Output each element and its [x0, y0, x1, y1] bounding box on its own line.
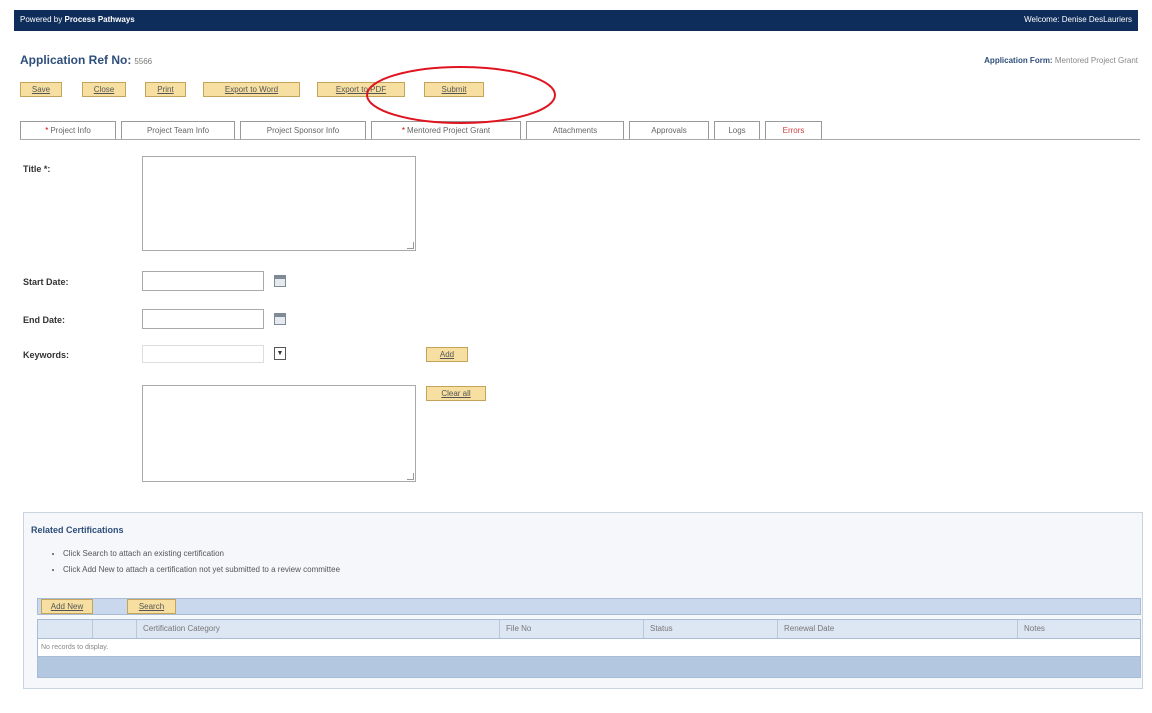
start-date-input[interactable] [142, 271, 264, 291]
tab-label: Logs [728, 126, 746, 135]
tab-label: Project Info [50, 126, 91, 135]
powered-by-brand: Process Pathways [64, 15, 135, 24]
powered-by-prefix: Powered by [20, 15, 63, 24]
add-new-button[interactable]: Add New [41, 599, 93, 614]
resize-grip-icon[interactable] [407, 242, 414, 249]
keywords-list[interactable] [142, 385, 416, 482]
dropdown-arrow-icon[interactable]: ▼ [274, 347, 286, 360]
application-form: Application Form: Mentored Project Grant [984, 56, 1138, 65]
certification-instructions: Click Search to attach an existing certi… [53, 549, 340, 581]
resize-grip-icon[interactable] [407, 473, 414, 480]
application-ref: Application Ref No: 5566 [20, 53, 152, 67]
column-header-status[interactable]: Status [643, 620, 777, 638]
search-button[interactable]: Search [127, 599, 176, 614]
close-button[interactable]: Close [82, 82, 126, 97]
print-button[interactable]: Print [145, 82, 186, 97]
tab-attachments[interactable]: Attachments [526, 121, 624, 140]
tab-project-team-info[interactable]: Project Team Info [121, 121, 235, 140]
tab-label: Approvals [651, 126, 687, 135]
tab-project-info[interactable]: * Project Info [20, 121, 116, 140]
tab-divider [20, 139, 1140, 140]
tab-mentored-project-grant[interactable]: * Mentored Project Grant [371, 121, 521, 140]
application-ref-number: 5566 [134, 57, 153, 66]
tab-errors[interactable]: Errors [765, 121, 822, 140]
end-date-label: End Date: [23, 315, 66, 325]
certifications-grid-toolbar: Add New Search [37, 598, 1141, 615]
tab-label: Project Sponsor Info [266, 126, 340, 135]
application-form-label: Application Form: [984, 56, 1053, 65]
welcome-user: Welcome: Denise DesLauriers [1024, 15, 1132, 24]
related-certifications-title: Related Certifications [31, 525, 124, 535]
required-marker: * [45, 126, 49, 135]
tab-label: Attachments [552, 126, 598, 135]
calendar-icon[interactable] [274, 313, 286, 325]
powered-by: Powered by Process Pathways [20, 15, 135, 24]
tab-logs[interactable]: Logs [714, 121, 760, 140]
column-header-certification-category[interactable]: Certification Category [136, 620, 499, 638]
column-header-renewal-date[interactable]: Renewal Date [777, 620, 1017, 638]
no-records-message: No records to display. [37, 639, 1141, 656]
add-keyword-button[interactable]: Add [426, 347, 468, 362]
tab-label: Errors [782, 126, 805, 135]
submit-button[interactable]: Submit [424, 82, 484, 97]
tab-project-sponsor-info[interactable]: Project Sponsor Info [240, 121, 366, 140]
related-certifications-panel: Related Certifications Click Search to a… [23, 512, 1143, 689]
keywords-label: Keywords: [23, 350, 70, 360]
title-textarea[interactable] [142, 156, 416, 251]
column-header-blank [92, 620, 136, 638]
application-form-name: Mentored Project Grant [1054, 56, 1138, 65]
export-to-word-button[interactable]: Export to Word [203, 82, 300, 97]
certifications-grid-header: Certification Category File No Status Re… [37, 619, 1141, 639]
tab-label: Project Team Info [146, 126, 210, 135]
certifications-grid-footer [37, 656, 1141, 678]
title-label: Title *: [23, 164, 51, 174]
start-date-label: Start Date: [23, 277, 69, 287]
instruction-item: Click Search to attach an existing certi… [63, 549, 340, 559]
save-button[interactable]: Save [20, 82, 62, 97]
column-header-notes[interactable]: Notes [1017, 620, 1140, 638]
column-header-file-no[interactable]: File No [499, 620, 643, 638]
end-date-input[interactable] [142, 309, 264, 329]
calendar-icon[interactable] [274, 275, 286, 287]
application-ref-label: Application Ref No: [20, 53, 132, 67]
clear-all-button[interactable]: Clear all [426, 386, 486, 401]
top-header-bar: Powered by Process Pathways Welcome: Den… [14, 10, 1138, 31]
instruction-item: Click Add New to attach a certification … [63, 565, 340, 575]
required-marker: * [401, 126, 405, 135]
keywords-select[interactable] [142, 345, 264, 363]
export-to-pdf-button[interactable]: Export to PDF [317, 82, 405, 97]
tab-label: Mentored Project Grant [406, 126, 491, 135]
tab-approvals[interactable]: Approvals [629, 121, 709, 140]
